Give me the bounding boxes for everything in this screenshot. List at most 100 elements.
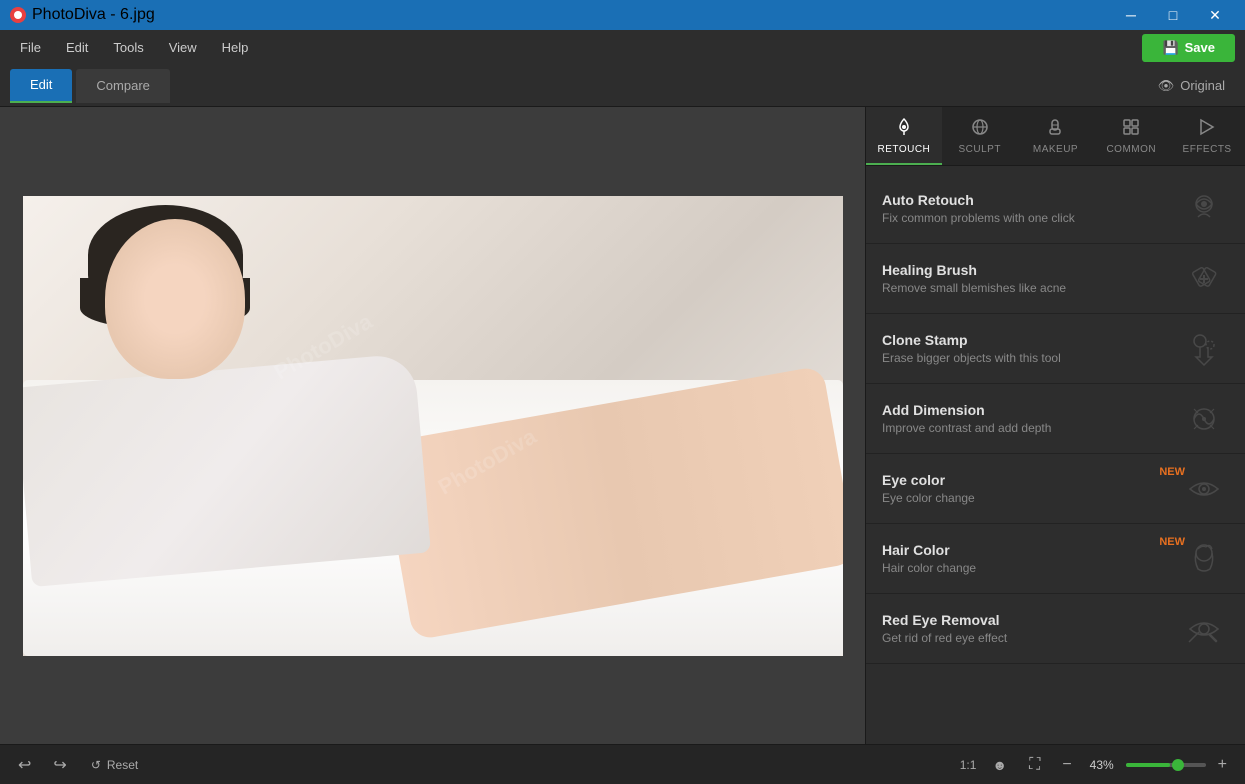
tool-auto-retouch[interactable]: Auto Retouch Fix common problems with on…	[866, 174, 1245, 244]
tool-red-eye-desc: Get rid of red eye effect	[882, 631, 1179, 645]
undo-button[interactable]: ↩	[12, 751, 37, 779]
makeup-label: MAKEUP	[1033, 144, 1078, 155]
makeup-icon	[1045, 117, 1065, 140]
hair-color-icon	[1184, 539, 1224, 579]
tool-hair-color-desc: Hair color change	[882, 561, 1179, 575]
eye-icon: 👁	[1158, 78, 1175, 94]
tool-add-dimension-desc: Improve contrast and add depth	[882, 421, 1179, 435]
tool-add-dimension-name: Add Dimension	[882, 402, 1179, 418]
panel-tab-effects[interactable]: EFFECTS	[1169, 107, 1245, 165]
reset-button[interactable]: ↺ Reset	[83, 754, 146, 776]
menubar: File Edit Tools View Help 💾 Save	[0, 30, 1245, 65]
close-button[interactable]: ✕	[1195, 0, 1235, 30]
save-button[interactable]: 💾 Save	[1142, 34, 1235, 62]
zoom-in-button[interactable]: +	[1212, 752, 1233, 778]
common-label: COMMON	[1106, 144, 1156, 155]
zoom-slider-thumb[interactable]	[1172, 759, 1184, 771]
tool-add-dimension-icon-area	[1179, 399, 1229, 439]
auto-retouch-icon	[1184, 189, 1224, 229]
original-button[interactable]: 👁 Original	[1148, 74, 1235, 98]
image-container: PhotoDiva PhotoDiva	[23, 196, 843, 656]
save-icon: 💾	[1162, 40, 1178, 56]
menu-edit[interactable]: Edit	[56, 36, 98, 59]
canvas-area[interactable]: PhotoDiva PhotoDiva	[0, 107, 865, 744]
add-dimension-icon	[1184, 399, 1224, 439]
tool-add-dimension[interactable]: Add Dimension Improve contrast and add d…	[866, 384, 1245, 454]
zoom-controls: − 43% +	[1056, 752, 1233, 778]
tool-auto-retouch-name: Auto Retouch	[882, 192, 1179, 208]
panel-tab-bar: RETOUCH SCULPT	[866, 107, 1245, 166]
redo-button[interactable]: ↪	[47, 751, 72, 779]
original-label: Original	[1180, 78, 1225, 93]
zoom-percent-label: 43%	[1084, 758, 1120, 772]
effects-label: EFFECTS	[1183, 144, 1232, 155]
tool-healing-brush[interactable]: Healing Brush Remove small blemishes lik…	[866, 244, 1245, 314]
tool-clone-stamp-icon-area	[1179, 329, 1229, 369]
zoom-out-button[interactable]: −	[1056, 752, 1077, 778]
reset-label: Reset	[107, 758, 138, 772]
tool-eye-color-desc: Eye color change	[882, 491, 1179, 505]
tab-compare-label: Compare	[96, 78, 149, 93]
tool-auto-retouch-text: Auto Retouch Fix common problems with on…	[882, 192, 1179, 225]
tool-red-eye-icon-area	[1179, 609, 1229, 649]
tool-healing-brush-icon-area	[1179, 259, 1229, 299]
tool-auto-retouch-icon-area	[1179, 189, 1229, 229]
app-logo	[10, 7, 26, 23]
sculpt-icon	[970, 117, 990, 140]
tab-edit-label: Edit	[30, 77, 52, 92]
person-icon-btn[interactable]: ☻	[986, 753, 1013, 777]
person-body	[23, 353, 431, 587]
tool-clone-stamp[interactable]: Clone Stamp Erase bigger objects with th…	[866, 314, 1245, 384]
titlebar-left: PhotoDiva - 6.jpg	[10, 6, 155, 24]
tool-auto-retouch-desc: Fix common problems with one click	[882, 211, 1179, 225]
panel-tab-retouch[interactable]: RETOUCH	[866, 107, 942, 165]
effects-icon	[1197, 117, 1217, 140]
bottom-bar: ↩ ↪ ↺ Reset 1:1 ☻ ⛶ − 43% +	[0, 744, 1245, 784]
menu-tools[interactable]: Tools	[103, 36, 153, 59]
red-eye-icon	[1184, 609, 1224, 649]
tool-red-eye-text: Red Eye Removal Get rid of red eye effec…	[882, 612, 1179, 645]
retouch-label: RETOUCH	[878, 144, 931, 155]
titlebar-title: PhotoDiva - 6.jpg	[32, 6, 155, 24]
tool-hair-color-icon-area	[1179, 539, 1229, 579]
tool-hair-color[interactable]: Hair Color Hair color change NEW	[866, 524, 1245, 594]
tool-clone-stamp-text: Clone Stamp Erase bigger objects with th…	[882, 332, 1179, 365]
tool-red-eye[interactable]: Red Eye Removal Get rid of red eye effec…	[866, 594, 1245, 664]
minimize-button[interactable]: ─	[1111, 0, 1151, 30]
panel-tab-sculpt[interactable]: SCULPT	[942, 107, 1018, 165]
main-image: PhotoDiva PhotoDiva	[23, 196, 843, 656]
panel-tab-makeup[interactable]: MAKEUP	[1018, 107, 1094, 165]
maximize-button[interactable]: □	[1153, 0, 1193, 30]
tool-list: Auto Retouch Fix common problems with on…	[866, 166, 1245, 744]
toolbar: Edit Compare 👁 Original	[0, 65, 1245, 107]
tool-healing-brush-text: Healing Brush Remove small blemishes lik…	[882, 262, 1179, 295]
titlebar: PhotoDiva - 6.jpg ─ □ ✕	[0, 0, 1245, 30]
tab-edit[interactable]: Edit	[10, 69, 72, 103]
zoom-ratio-label: 1:1	[960, 758, 977, 772]
eye-color-icon	[1184, 469, 1224, 509]
menu-help[interactable]: Help	[212, 36, 259, 59]
tool-healing-brush-name: Healing Brush	[882, 262, 1179, 278]
zoom-slider-track[interactable]	[1126, 763, 1206, 767]
menu-items: File Edit Tools View Help	[10, 36, 258, 59]
tool-add-dimension-text: Add Dimension Improve contrast and add d…	[882, 402, 1179, 435]
fullscreen-button[interactable]: ⛶	[1023, 752, 1046, 778]
tool-healing-brush-desc: Remove small blemishes like acne	[882, 281, 1179, 295]
tool-eye-color-icon-area	[1179, 469, 1229, 509]
sculpt-label: SCULPT	[958, 144, 1000, 155]
retouch-icon	[894, 117, 914, 140]
menu-view[interactable]: View	[159, 36, 207, 59]
healing-brush-icon	[1184, 259, 1224, 299]
person-head	[105, 219, 245, 379]
clone-stamp-icon	[1184, 329, 1224, 369]
tab-compare[interactable]: Compare	[76, 69, 169, 103]
menu-file[interactable]: File	[10, 36, 51, 59]
save-label: Save	[1185, 40, 1215, 55]
tool-hair-color-name: Hair Color	[882, 542, 1179, 558]
tool-eye-color[interactable]: Eye color Eye color change NEW	[866, 454, 1245, 524]
zoom-slider-fill	[1126, 763, 1170, 767]
tool-clone-stamp-name: Clone Stamp	[882, 332, 1179, 348]
tool-red-eye-name: Red Eye Removal	[882, 612, 1179, 628]
tool-eye-color-text: Eye color Eye color change	[882, 472, 1179, 505]
panel-tab-common[interactable]: COMMON	[1093, 107, 1169, 165]
